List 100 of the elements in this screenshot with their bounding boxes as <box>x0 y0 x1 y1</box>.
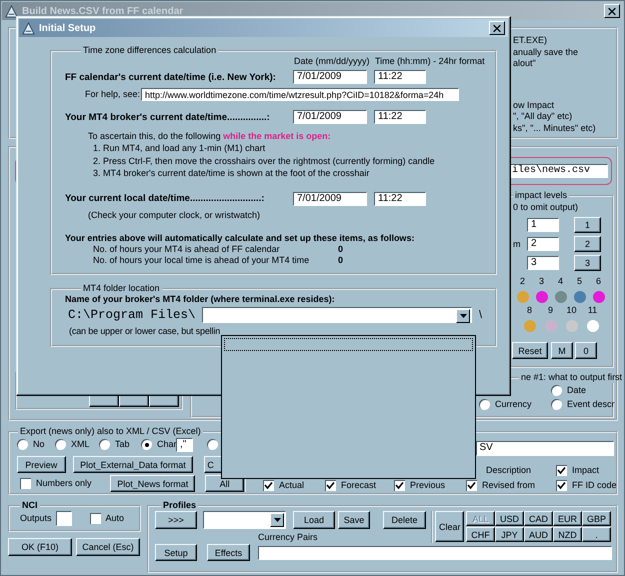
folder-dropdown[interactable] <box>202 307 472 323</box>
checkbox[interactable] <box>556 480 567 491</box>
profile-button[interactable]: Load <box>293 511 335 529</box>
profile-dropdown[interactable] <box>203 511 286 529</box>
dialog-button[interactable]: OK (F10) <box>8 538 72 556</box>
csv-file-field[interactable]: SV <box>476 441 614 456</box>
group-legend: Time zone differences calculation <box>81 45 218 56</box>
list-item[interactable] <box>224 338 473 351</box>
url-field[interactable]: http://www.worldtimezone.com/time/wtzresult.php?CiID=10182&forma=24h <box>141 88 459 101</box>
currency-button[interactable]: NZD <box>553 527 582 542</box>
color-swatch[interactable] <box>554 291 566 303</box>
currency-pairs-field[interactable] <box>258 546 612 560</box>
note-text: (can be upper or lower case, but spellin <box>68 326 222 337</box>
close-button[interactable] <box>489 21 505 35</box>
color-swatch[interactable] <box>592 291 604 303</box>
date-field[interactable]: 7/01/2009 <box>293 110 367 124</box>
close-button[interactable] <box>604 4 620 18</box>
time-field[interactable]: 11:22 <box>374 110 426 124</box>
step-text: 1. Run MT4, and load any 1-min (M1) chart <box>92 142 266 154</box>
checkbox[interactable] <box>90 513 101 524</box>
checkbox[interactable] <box>325 480 336 491</box>
checkbox[interactable] <box>466 480 477 491</box>
color-swatch[interactable] <box>524 320 536 332</box>
currency-button[interactable]: GBP <box>582 511 611 526</box>
level-field[interactable]: 1 <box>527 218 559 232</box>
impact-button[interactable]: Reset <box>512 342 548 359</box>
profile-button[interactable]: Delete <box>383 511 426 529</box>
separator-field[interactable]: ," <box>176 438 193 452</box>
plot-news-button[interactable]: Plot_News format <box>110 475 196 492</box>
checkbox-label: Impact <box>572 465 600 476</box>
currency-button[interactable]: . <box>582 527 611 542</box>
date-field[interactable]: 7/01/2009 <box>293 192 367 206</box>
checkbox[interactable] <box>556 465 567 476</box>
checkbox[interactable] <box>263 480 274 491</box>
level-field[interactable]: 3 <box>527 256 559 270</box>
expand-button[interactable]: >>> <box>155 511 197 529</box>
help-label: For help, see: <box>85 89 141 100</box>
close-icon <box>607 6 617 16</box>
level-button[interactable]: 1 <box>574 217 601 233</box>
window-title: Build News.CSV from FF calendar <box>22 6 184 16</box>
caret-icon <box>274 518 280 522</box>
radio-button[interactable] <box>207 439 218 450</box>
color-swatch[interactable] <box>516 291 528 303</box>
entry-label: Your MT4 broker's current date/time...............: <box>65 112 271 122</box>
impact-button[interactable]: M <box>551 342 573 359</box>
color-swatch[interactable] <box>566 320 578 332</box>
field-label: Description <box>486 465 532 476</box>
group-legend: MT4 folder location <box>81 283 162 294</box>
color-swatch[interactable] <box>544 320 556 332</box>
effects-button[interactable]: Effects <box>207 544 250 561</box>
outputs-field[interactable] <box>56 511 72 526</box>
setup-button[interactable]: Setup <box>155 544 197 561</box>
level-field[interactable]: 2 <box>527 237 559 251</box>
checkbox-label: Actual <box>279 480 304 491</box>
color-swatch[interactable] <box>536 291 548 303</box>
group-legend: impact levels <box>513 190 570 201</box>
impact-button[interactable]: 0 <box>575 342 597 359</box>
color-number: 6 <box>596 276 601 287</box>
radio-label: Date <box>567 384 586 396</box>
currency-button[interactable]: CHF <box>466 527 495 542</box>
result-label: No. of hours your MT4 is ahead of FF calendar <box>93 244 281 254</box>
currency-button[interactable]: USD <box>495 511 524 526</box>
date-field[interactable]: 7/01/2009 <box>293 70 367 84</box>
profile-button[interactable]: Save <box>338 511 370 529</box>
checkbox-label: Auto <box>106 513 124 524</box>
export-button[interactable]: Preview <box>17 456 66 473</box>
currency-pairs-label: Currency Pairs <box>258 532 319 543</box>
instruction-text: To ascertain this, do the following <box>88 131 221 141</box>
color-number: 4 <box>558 276 563 287</box>
folder-label: Name of your broker's MT4 folder (where terminal.exe resides): <box>65 294 336 305</box>
step-text: 3. MT4 broker's current date/time is shown at the foot of the crosshair <box>92 167 370 180</box>
currency-button[interactable]: CAD <box>524 511 553 526</box>
radio-button[interactable] <box>551 384 562 396</box>
currency-button[interactable]: AUD <box>524 527 553 542</box>
radio-button[interactable] <box>55 439 66 450</box>
clear-button[interactable]: Clear <box>435 511 464 542</box>
row-label: m <box>513 238 520 248</box>
export-button[interactable]: Plot_External_Data format <box>72 456 194 473</box>
color-number: 9 <box>548 305 553 316</box>
level-button[interactable]: 2 <box>574 236 601 252</box>
path-prefix: C:\Program Files\ <box>67 310 197 320</box>
color-swatch[interactable] <box>586 320 598 332</box>
radio-button[interactable] <box>141 439 152 450</box>
dropdown-list[interactable] <box>221 335 476 479</box>
dialog-button[interactable]: Cancel (Esc) <box>76 538 140 556</box>
radio-button[interactable] <box>551 398 562 410</box>
level-button[interactable]: 3 <box>574 255 601 271</box>
currency-button[interactable]: JPY <box>495 527 524 542</box>
checkbox[interactable] <box>20 478 31 489</box>
radio-button[interactable] <box>479 398 490 410</box>
output-file-field[interactable]: iles\news.csv <box>509 164 608 178</box>
radio-button[interactable] <box>17 439 28 450</box>
radio-button[interactable] <box>99 439 110 450</box>
color-swatch[interactable] <box>574 291 586 303</box>
time-field[interactable]: 11:22 <box>374 70 426 84</box>
time-field[interactable]: 11:22 <box>374 192 426 206</box>
checkbox[interactable] <box>394 480 405 491</box>
radio-label: No <box>33 439 45 450</box>
currency-button[interactable]: EUR <box>553 511 582 526</box>
color-number: 2 <box>520 276 525 287</box>
